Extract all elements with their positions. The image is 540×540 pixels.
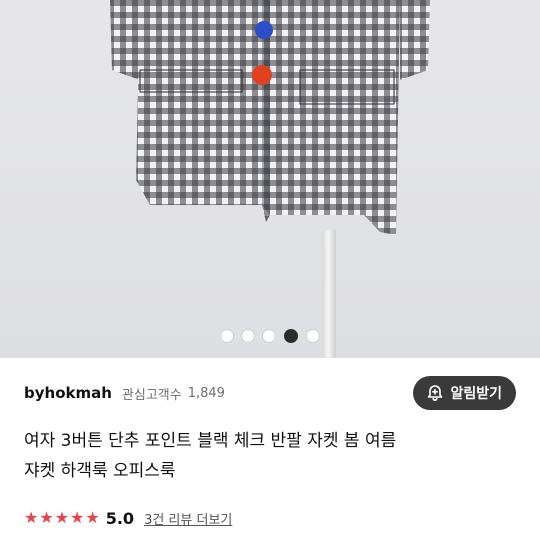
star-icon: ★: [54, 508, 70, 527]
carousel-dot[interactable]: [263, 330, 275, 342]
gingham-jacket-illustration: [110, 0, 430, 235]
star-icon: ★: [24, 508, 39, 527]
rating-score: 5.0: [105, 508, 135, 528]
product-title-line-1: 여자 3버튼 단추 포인트 블랙 체크 반팔 자켓 봄 여름: [24, 431, 397, 451]
carousel-dot[interactable]: [221, 330, 233, 342]
notify-button[interactable]: 알림받기: [413, 376, 516, 410]
review-link[interactable]: 3건 리뷰 더보기: [144, 509, 232, 528]
rating-row: ★ ★ ★ ★ ★ 5.0 3건 리뷰 더보기: [24, 505, 232, 531]
seller-row: byhokmah 관심고객수 1,849 알림받기: [24, 374, 516, 412]
carousel-dot[interactable]: [307, 330, 319, 342]
product-image[interactable]: [0, 0, 540, 358]
follower-label: 관심고객수: [121, 387, 182, 403]
star-icon: ★: [85, 508, 100, 527]
follower-count: 1,849: [187, 385, 225, 401]
seller-name[interactable]: byhokmah: [24, 384, 112, 402]
star-icon: ★: [39, 508, 54, 527]
product-title: 여자 3버튼 단추 포인트 블랙 체크 반팔 자켓 봄 여름 쟈켓 하객룩 오피…: [24, 426, 524, 486]
bell-plus-icon: [428, 385, 443, 402]
notify-button-label: 알림받기: [450, 386, 502, 402]
carousel-indicator: [0, 326, 540, 346]
product-title-line-2: 쟈켓 하객룩 오피스룩: [24, 461, 176, 481]
carousel-dot[interactable]: [284, 329, 298, 343]
star-icon: ★: [70, 508, 85, 527]
rating-stars: ★ ★ ★ ★ ★: [24, 510, 100, 526]
carousel-dot[interactable]: [242, 330, 254, 342]
